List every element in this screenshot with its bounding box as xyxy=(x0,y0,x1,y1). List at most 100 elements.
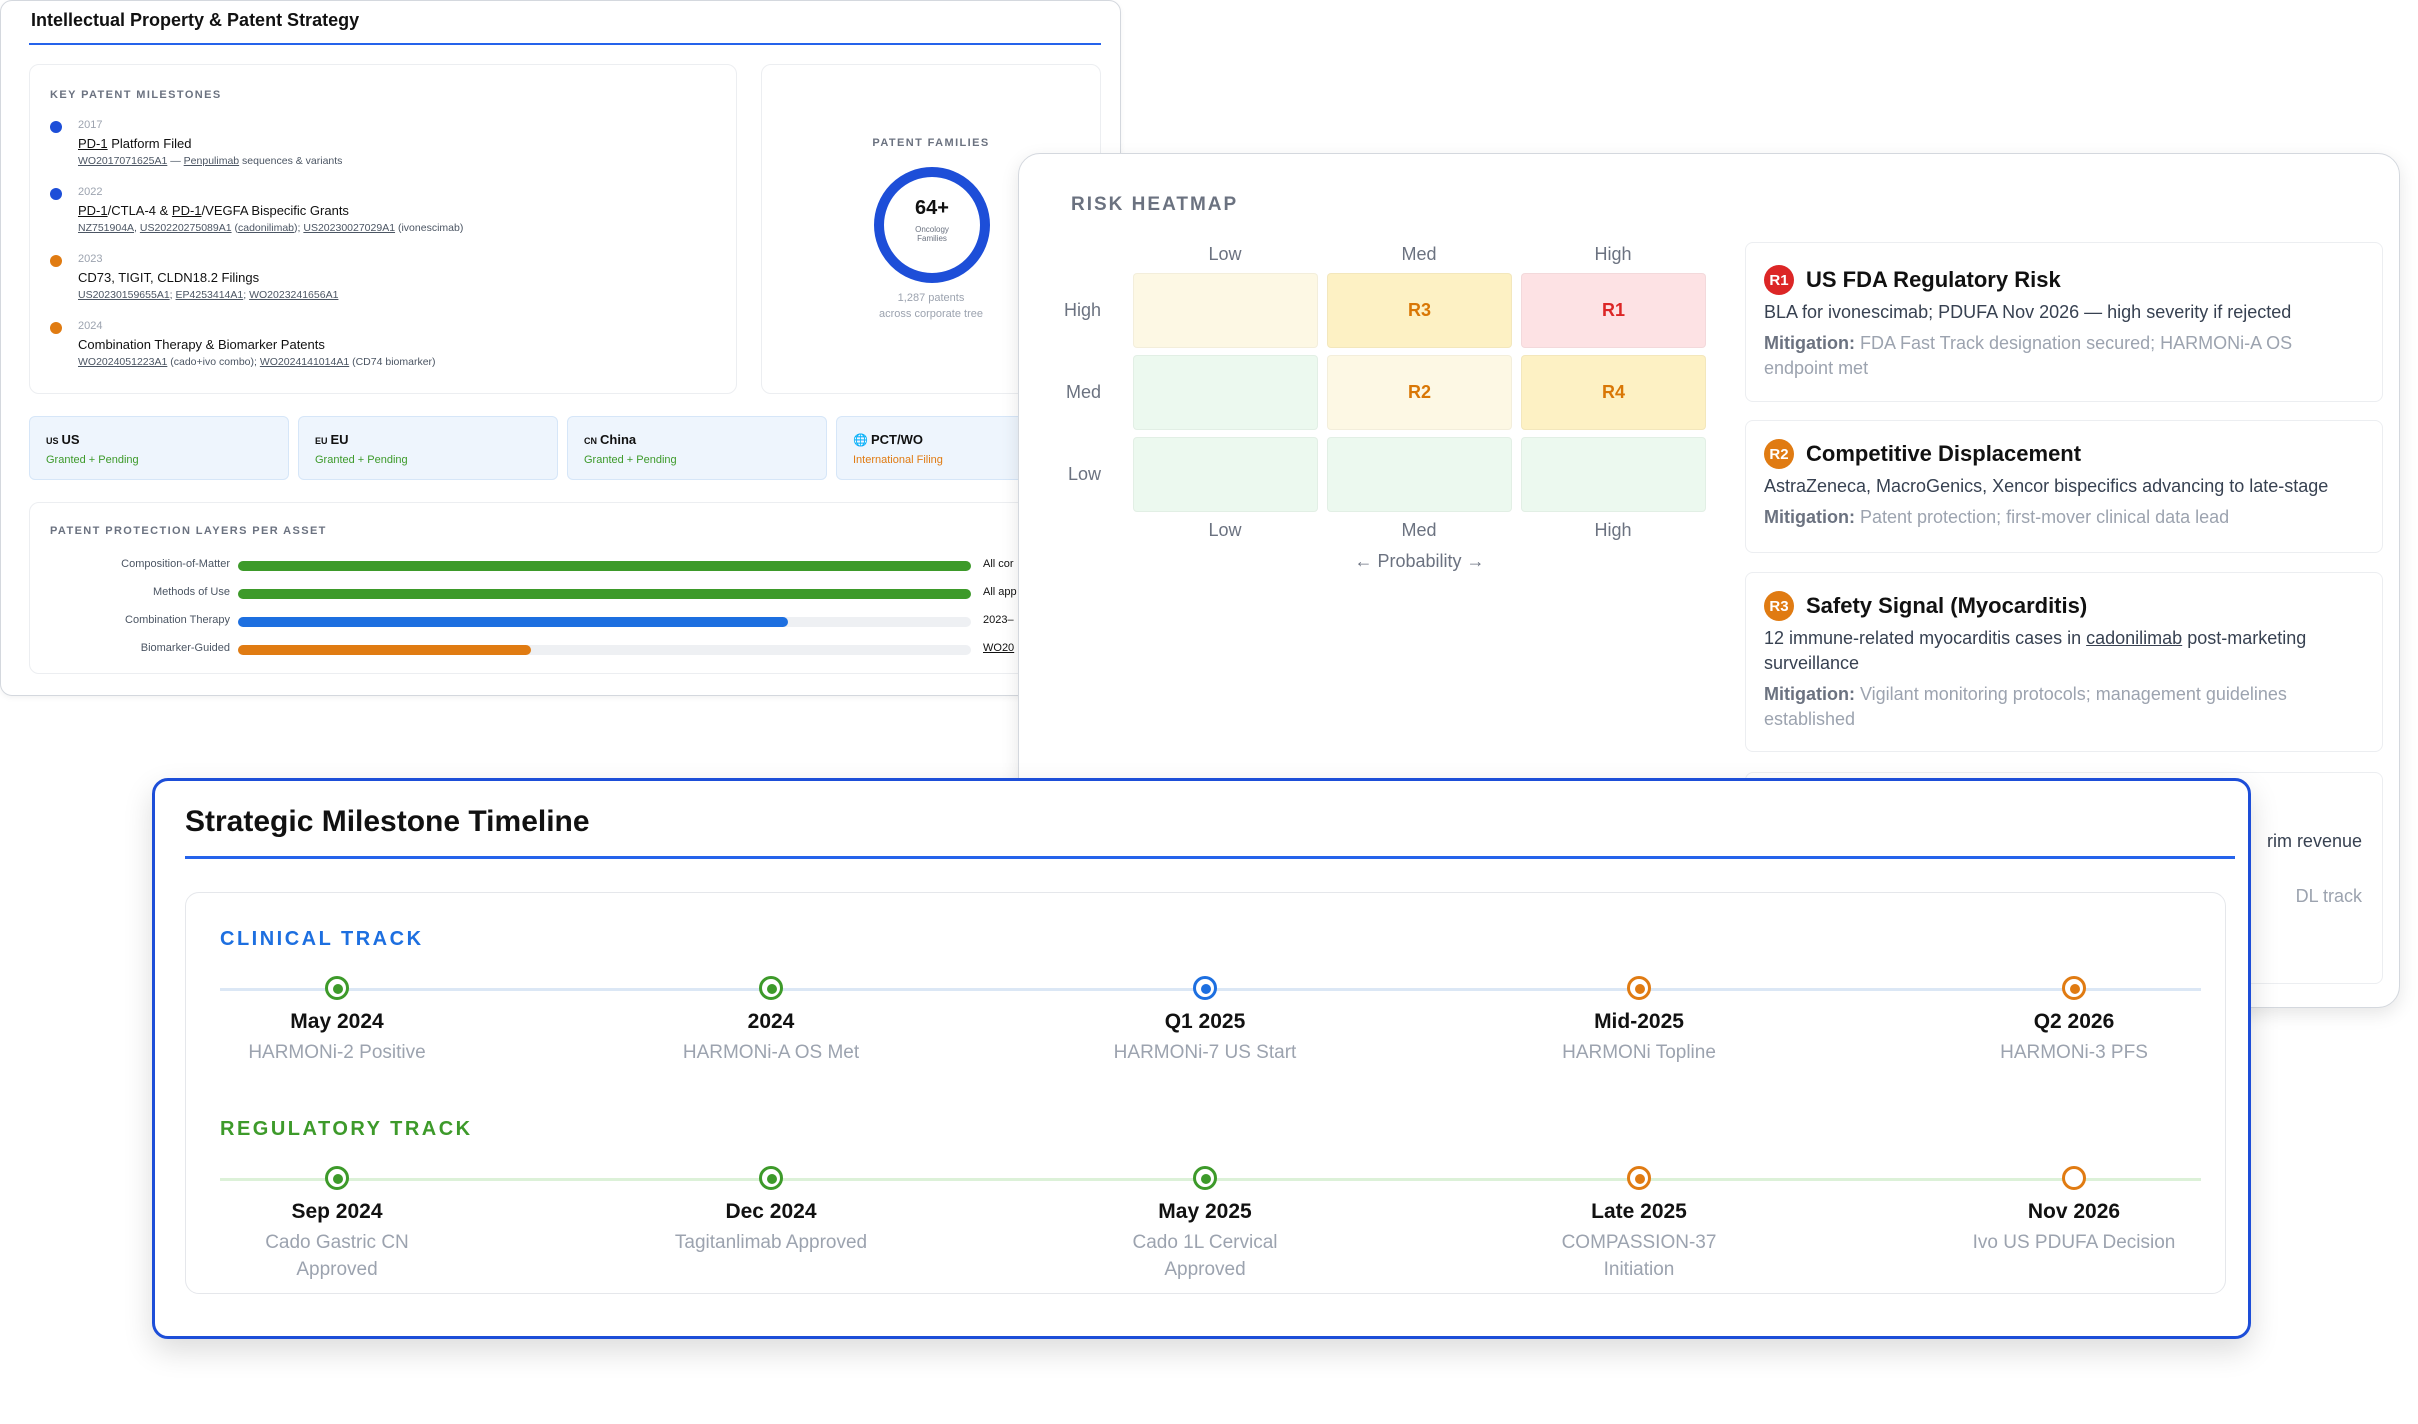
milestones-section-label: KEY PATENT MILESTONES xyxy=(50,89,222,101)
milestone-date: May 2024 xyxy=(290,1010,384,1033)
patent-link[interactable]: WO2023241656A1 xyxy=(249,289,338,301)
patent-link[interactable]: WO2017071625A1 xyxy=(78,155,167,167)
milestone-status-core xyxy=(1635,1174,1645,1184)
jurisdiction-name: 🌐 PCT/WO xyxy=(853,432,923,447)
milestone-year: 2017 xyxy=(78,119,103,131)
patent-milestones-card: KEY PATENT MILESTONES 2017 PD-1 Platform… xyxy=(29,64,737,394)
drug-link[interactable]: cadonilimab xyxy=(2086,628,2182,648)
heatmap-column-label: Med xyxy=(1401,520,1437,540)
milestone-refs: WO2017071625A1 — Penpulimab sequences & … xyxy=(78,155,342,167)
risk-description: 12 immune-related myocarditis cases in c… xyxy=(1764,626,2362,676)
heatmap-cell[interactable] xyxy=(1133,273,1318,348)
milestone-dot xyxy=(50,322,62,334)
milestone-status-core xyxy=(1201,984,1211,994)
milestone-description: HARMONi-7 US Start xyxy=(1113,1042,1297,1063)
layer-bar-fill xyxy=(238,645,532,655)
patent-link[interactable]: WO2024141014A1 xyxy=(260,356,349,368)
regulatory-track-label: REGULATORY TRACK xyxy=(220,1118,473,1140)
risk-title: Safety Signal (Myocarditis) xyxy=(1806,593,2088,618)
jurisdiction-eu[interactable]: EU EU Granted + Pending xyxy=(298,416,558,480)
families-ring: 64+ Oncology Families xyxy=(874,167,990,283)
milestone-description: HARMONi-2 Positive xyxy=(248,1042,426,1063)
flag-icon: CN xyxy=(584,436,597,446)
risk-card-r3[interactable]: R3 Safety Signal (Myocarditis) 12 immune… xyxy=(1745,572,2383,752)
ip-panel: Intellectual Property & Patent Strategy … xyxy=(0,0,1121,696)
jurisdiction-label: EU xyxy=(330,432,349,447)
risk-card-r2[interactable]: R2 Competitive Displacement AstraZeneca,… xyxy=(1745,420,2383,553)
milestone-date: Nov 2026 xyxy=(2027,1200,2121,1223)
milestone-status-core xyxy=(333,984,343,994)
jurisdiction-label: PCT/WO xyxy=(870,432,923,447)
heatmap-cell-r3[interactable]: R3 xyxy=(1327,273,1512,348)
families-subtitle: Oncology Families xyxy=(915,225,949,243)
mitigation-label: Mitigation: xyxy=(1764,507,1855,527)
heatmap-cell-r2[interactable]: R2 xyxy=(1327,355,1512,430)
milestone-date: Sep 2024 xyxy=(291,1200,383,1223)
risk-card-r1[interactable]: R1 US FDA Regulatory Risk BLA for ivones… xyxy=(1745,242,2383,402)
layer-bar-fill xyxy=(238,617,788,627)
jurisdiction-label: US xyxy=(61,432,80,447)
jurisdiction-us[interactable]: US US Granted + Pending xyxy=(29,416,289,480)
heatmap-cell-r1[interactable]: R1 xyxy=(1521,273,1706,348)
pd1-link[interactable]: PD-1 xyxy=(172,203,202,218)
layer-note: 2023– xyxy=(983,614,1014,626)
milestone-status-core xyxy=(2070,984,2080,994)
patent-link[interactable]: WO2024051223A1 xyxy=(78,356,167,368)
milestone-date: May 2025 xyxy=(1158,1200,1252,1223)
patent-link[interactable]: US20230159655A1 xyxy=(78,289,170,301)
pd1-link[interactable]: PD-1 xyxy=(78,136,108,151)
clinical-track-label: CLINICAL TRACK xyxy=(220,928,424,950)
patent-link[interactable]: US20220275089A1 xyxy=(140,222,232,234)
heatmap-column-label: Low xyxy=(1208,244,1242,264)
heatmap-cell[interactable] xyxy=(1133,355,1318,430)
milestone-dot xyxy=(50,188,62,200)
risk-title: Competitive Displacement xyxy=(1806,441,2082,466)
patent-link[interactable]: US20230027029A1 xyxy=(303,222,395,234)
milestone-description: Ivo US PDUFA Decision xyxy=(1972,1232,2176,1253)
milestone-heading-text: /CTLA-4 & xyxy=(107,203,172,218)
heatmap-cell[interactable] xyxy=(1327,437,1512,512)
milestone-heading: CD73, TIGIT, CLDN18.2 Filings xyxy=(78,270,260,285)
patent-link[interactable]: EP4253414A1 xyxy=(176,289,244,301)
layer-bar-track xyxy=(238,645,971,655)
milestone-description: Cado 1L Cervical Approved xyxy=(1132,1232,1278,1280)
jurisdiction-china[interactable]: CN China Granted + Pending xyxy=(567,416,827,480)
risk-mitigation: Mitigation: Patent protection; first-mov… xyxy=(1764,505,2362,530)
drug-link[interactable]: cadonilimab xyxy=(238,222,294,234)
milestone-description: COMPASSION-37 Initiation xyxy=(1561,1232,1717,1280)
heatmap-cell[interactable] xyxy=(1133,437,1318,512)
milestone-status-core xyxy=(333,1174,343,1184)
mitigation-label: Mitigation: xyxy=(1764,333,1855,353)
risk-badge: R1 xyxy=(1764,265,1794,295)
layer-row: Composition-of-Matter All cor xyxy=(30,558,1102,574)
milestone-date: Q1 2025 xyxy=(1164,1010,1246,1033)
risk-mitigation: Mitigation: FDA Fast Track designation s… xyxy=(1764,331,2362,381)
families-section-label: PATENT FAMILIES xyxy=(872,137,990,149)
title-divider xyxy=(185,856,2235,859)
heatmap-row-label: Low xyxy=(1067,464,1101,484)
pd1-link[interactable]: PD-1 xyxy=(78,203,108,218)
milestone-refs: NZ751904A, US20220275089A1 (cadonilimab)… xyxy=(78,222,464,234)
milestone-heading-text: Platform Filed xyxy=(107,136,192,151)
layer-note: All cor xyxy=(983,558,1014,570)
heatmap-cell[interactable] xyxy=(1521,437,1706,512)
milestone-dot xyxy=(50,255,62,267)
risk-mitigation: Mitigation: Vigilant monitoring protocol… xyxy=(1764,682,2362,732)
milestone-timeline-panel: Strategic Milestone Timeline CLINICAL TR… xyxy=(152,778,2251,1339)
drug-link[interactable]: Penpulimab xyxy=(184,155,239,167)
heatmap-cell-r4[interactable]: R4 xyxy=(1521,355,1706,430)
milestone-date: 2024 xyxy=(747,1010,795,1033)
risk-description-text: 12 immune-related myocarditis cases in xyxy=(1764,628,2087,648)
timeline-title: Strategic Milestone Timeline xyxy=(185,805,590,838)
layer-note: All app xyxy=(983,586,1017,598)
milestone-heading-text: /VEGFA Bispecific Grants xyxy=(201,203,349,218)
jurisdiction-status: Granted + Pending xyxy=(46,454,139,466)
milestone-status-icon xyxy=(325,1166,349,1190)
milestone-status-icon xyxy=(1627,1166,1651,1190)
patent-link[interactable]: NZ751904A xyxy=(78,222,134,234)
jurisdiction-status: Granted + Pending xyxy=(584,454,677,466)
jurisdiction-name: US US xyxy=(46,432,80,447)
jurisdiction-name: CN China xyxy=(584,432,636,447)
milestone-dot xyxy=(50,121,62,133)
milestone-year: 2024 xyxy=(78,320,103,332)
